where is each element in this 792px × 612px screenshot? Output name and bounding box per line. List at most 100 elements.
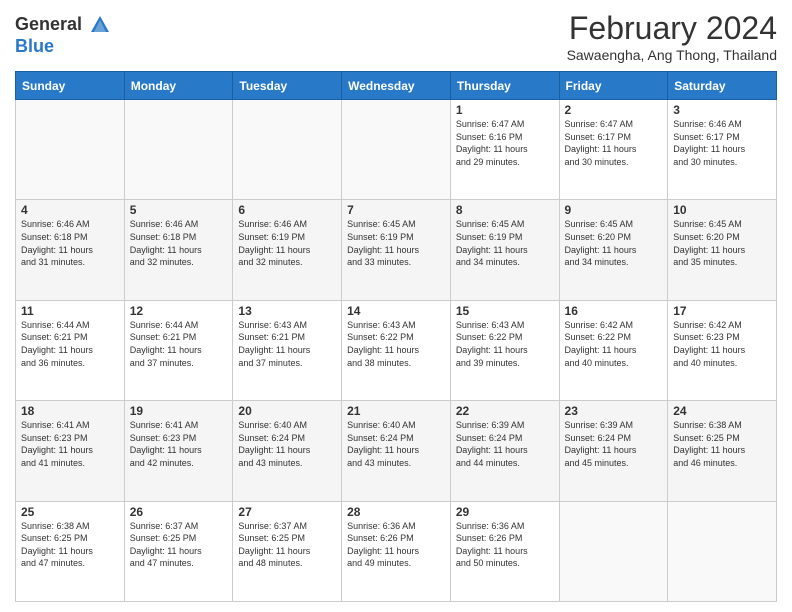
day-info: Sunrise: 6:46 AM Sunset: 6:17 PM Dayligh… — [673, 118, 771, 168]
logo-general: General — [15, 14, 82, 34]
day-cell: 26Sunrise: 6:37 AM Sunset: 6:25 PM Dayli… — [124, 501, 233, 601]
weekday-header-sunday: Sunday — [16, 72, 125, 100]
day-cell: 13Sunrise: 6:43 AM Sunset: 6:21 PM Dayli… — [233, 300, 342, 400]
day-number: 1 — [456, 103, 554, 117]
weekday-header-wednesday: Wednesday — [342, 72, 451, 100]
day-number: 18 — [21, 404, 119, 418]
day-number: 14 — [347, 304, 445, 318]
day-number: 7 — [347, 203, 445, 217]
day-info: Sunrise: 6:47 AM Sunset: 6:17 PM Dayligh… — [565, 118, 663, 168]
day-info: Sunrise: 6:45 AM Sunset: 6:20 PM Dayligh… — [565, 218, 663, 268]
day-cell — [668, 501, 777, 601]
day-info: Sunrise: 6:41 AM Sunset: 6:23 PM Dayligh… — [21, 419, 119, 469]
header: General Blue February 2024 Sawaengha, An… — [15, 10, 777, 63]
week-row-2: 4Sunrise: 6:46 AM Sunset: 6:18 PM Daylig… — [16, 200, 777, 300]
day-info: Sunrise: 6:40 AM Sunset: 6:24 PM Dayligh… — [347, 419, 445, 469]
day-cell: 23Sunrise: 6:39 AM Sunset: 6:24 PM Dayli… — [559, 401, 668, 501]
day-cell: 28Sunrise: 6:36 AM Sunset: 6:26 PM Dayli… — [342, 501, 451, 601]
day-cell: 4Sunrise: 6:46 AM Sunset: 6:18 PM Daylig… — [16, 200, 125, 300]
day-cell: 6Sunrise: 6:46 AM Sunset: 6:19 PM Daylig… — [233, 200, 342, 300]
day-cell: 16Sunrise: 6:42 AM Sunset: 6:22 PM Dayli… — [559, 300, 668, 400]
day-cell: 21Sunrise: 6:40 AM Sunset: 6:24 PM Dayli… — [342, 401, 451, 501]
day-cell: 20Sunrise: 6:40 AM Sunset: 6:24 PM Dayli… — [233, 401, 342, 501]
day-info: Sunrise: 6:44 AM Sunset: 6:21 PM Dayligh… — [21, 319, 119, 369]
week-row-1: 1Sunrise: 6:47 AM Sunset: 6:16 PM Daylig… — [16, 100, 777, 200]
weekday-header-saturday: Saturday — [668, 72, 777, 100]
title-block: February 2024 Sawaengha, Ang Thong, Thai… — [567, 10, 777, 63]
weekday-header-row: SundayMondayTuesdayWednesdayThursdayFrid… — [16, 72, 777, 100]
logo-text: General Blue — [15, 14, 111, 57]
day-cell: 14Sunrise: 6:43 AM Sunset: 6:22 PM Dayli… — [342, 300, 451, 400]
day-cell: 27Sunrise: 6:37 AM Sunset: 6:25 PM Dayli… — [233, 501, 342, 601]
day-info: Sunrise: 6:46 AM Sunset: 6:18 PM Dayligh… — [21, 218, 119, 268]
day-info: Sunrise: 6:38 AM Sunset: 6:25 PM Dayligh… — [21, 520, 119, 570]
day-info: Sunrise: 6:39 AM Sunset: 6:24 PM Dayligh… — [565, 419, 663, 469]
logo-blue: Blue — [15, 36, 54, 56]
day-cell — [342, 100, 451, 200]
page: General Blue February 2024 Sawaengha, An… — [0, 0, 792, 612]
logo-icon — [89, 14, 111, 36]
day-number: 2 — [565, 103, 663, 117]
day-info: Sunrise: 6:36 AM Sunset: 6:26 PM Dayligh… — [456, 520, 554, 570]
week-row-4: 18Sunrise: 6:41 AM Sunset: 6:23 PM Dayli… — [16, 401, 777, 501]
day-cell: 9Sunrise: 6:45 AM Sunset: 6:20 PM Daylig… — [559, 200, 668, 300]
week-row-5: 25Sunrise: 6:38 AM Sunset: 6:25 PM Dayli… — [16, 501, 777, 601]
day-info: Sunrise: 6:37 AM Sunset: 6:25 PM Dayligh… — [238, 520, 336, 570]
day-info: Sunrise: 6:42 AM Sunset: 6:22 PM Dayligh… — [565, 319, 663, 369]
day-number: 19 — [130, 404, 228, 418]
day-info: Sunrise: 6:42 AM Sunset: 6:23 PM Dayligh… — [673, 319, 771, 369]
day-info: Sunrise: 6:44 AM Sunset: 6:21 PM Dayligh… — [130, 319, 228, 369]
day-number: 22 — [456, 404, 554, 418]
day-info: Sunrise: 6:46 AM Sunset: 6:19 PM Dayligh… — [238, 218, 336, 268]
day-number: 10 — [673, 203, 771, 217]
day-number: 5 — [130, 203, 228, 217]
day-number: 15 — [456, 304, 554, 318]
day-number: 21 — [347, 404, 445, 418]
week-row-3: 11Sunrise: 6:44 AM Sunset: 6:21 PM Dayli… — [16, 300, 777, 400]
day-cell: 15Sunrise: 6:43 AM Sunset: 6:22 PM Dayli… — [450, 300, 559, 400]
day-number: 17 — [673, 304, 771, 318]
day-number: 3 — [673, 103, 771, 117]
day-cell: 3Sunrise: 6:46 AM Sunset: 6:17 PM Daylig… — [668, 100, 777, 200]
weekday-header-thursday: Thursday — [450, 72, 559, 100]
day-cell: 8Sunrise: 6:45 AM Sunset: 6:19 PM Daylig… — [450, 200, 559, 300]
day-cell: 11Sunrise: 6:44 AM Sunset: 6:21 PM Dayli… — [16, 300, 125, 400]
day-number: 6 — [238, 203, 336, 217]
day-cell: 1Sunrise: 6:47 AM Sunset: 6:16 PM Daylig… — [450, 100, 559, 200]
day-info: Sunrise: 6:40 AM Sunset: 6:24 PM Dayligh… — [238, 419, 336, 469]
day-number: 12 — [130, 304, 228, 318]
day-info: Sunrise: 6:43 AM Sunset: 6:22 PM Dayligh… — [456, 319, 554, 369]
day-number: 9 — [565, 203, 663, 217]
location: Sawaengha, Ang Thong, Thailand — [567, 47, 777, 63]
calendar-table: SundayMondayTuesdayWednesdayThursdayFrid… — [15, 71, 777, 602]
day-cell — [16, 100, 125, 200]
day-cell — [233, 100, 342, 200]
weekday-header-friday: Friday — [559, 72, 668, 100]
day-cell: 24Sunrise: 6:38 AM Sunset: 6:25 PM Dayli… — [668, 401, 777, 501]
day-cell: 7Sunrise: 6:45 AM Sunset: 6:19 PM Daylig… — [342, 200, 451, 300]
day-cell — [559, 501, 668, 601]
day-number: 29 — [456, 505, 554, 519]
day-info: Sunrise: 6:37 AM Sunset: 6:25 PM Dayligh… — [130, 520, 228, 570]
day-cell: 29Sunrise: 6:36 AM Sunset: 6:26 PM Dayli… — [450, 501, 559, 601]
day-cell: 2Sunrise: 6:47 AM Sunset: 6:17 PM Daylig… — [559, 100, 668, 200]
weekday-header-monday: Monday — [124, 72, 233, 100]
day-number: 23 — [565, 404, 663, 418]
day-info: Sunrise: 6:41 AM Sunset: 6:23 PM Dayligh… — [130, 419, 228, 469]
day-number: 16 — [565, 304, 663, 318]
day-cell: 10Sunrise: 6:45 AM Sunset: 6:20 PM Dayli… — [668, 200, 777, 300]
day-info: Sunrise: 6:45 AM Sunset: 6:19 PM Dayligh… — [347, 218, 445, 268]
day-cell: 19Sunrise: 6:41 AM Sunset: 6:23 PM Dayli… — [124, 401, 233, 501]
day-info: Sunrise: 6:47 AM Sunset: 6:16 PM Dayligh… — [456, 118, 554, 168]
day-number: 4 — [21, 203, 119, 217]
day-number: 25 — [21, 505, 119, 519]
day-number: 28 — [347, 505, 445, 519]
day-number: 27 — [238, 505, 336, 519]
day-cell: 22Sunrise: 6:39 AM Sunset: 6:24 PM Dayli… — [450, 401, 559, 501]
day-cell: 18Sunrise: 6:41 AM Sunset: 6:23 PM Dayli… — [16, 401, 125, 501]
day-info: Sunrise: 6:38 AM Sunset: 6:25 PM Dayligh… — [673, 419, 771, 469]
day-number: 24 — [673, 404, 771, 418]
day-cell: 5Sunrise: 6:46 AM Sunset: 6:18 PM Daylig… — [124, 200, 233, 300]
day-info: Sunrise: 6:43 AM Sunset: 6:21 PM Dayligh… — [238, 319, 336, 369]
day-number: 13 — [238, 304, 336, 318]
